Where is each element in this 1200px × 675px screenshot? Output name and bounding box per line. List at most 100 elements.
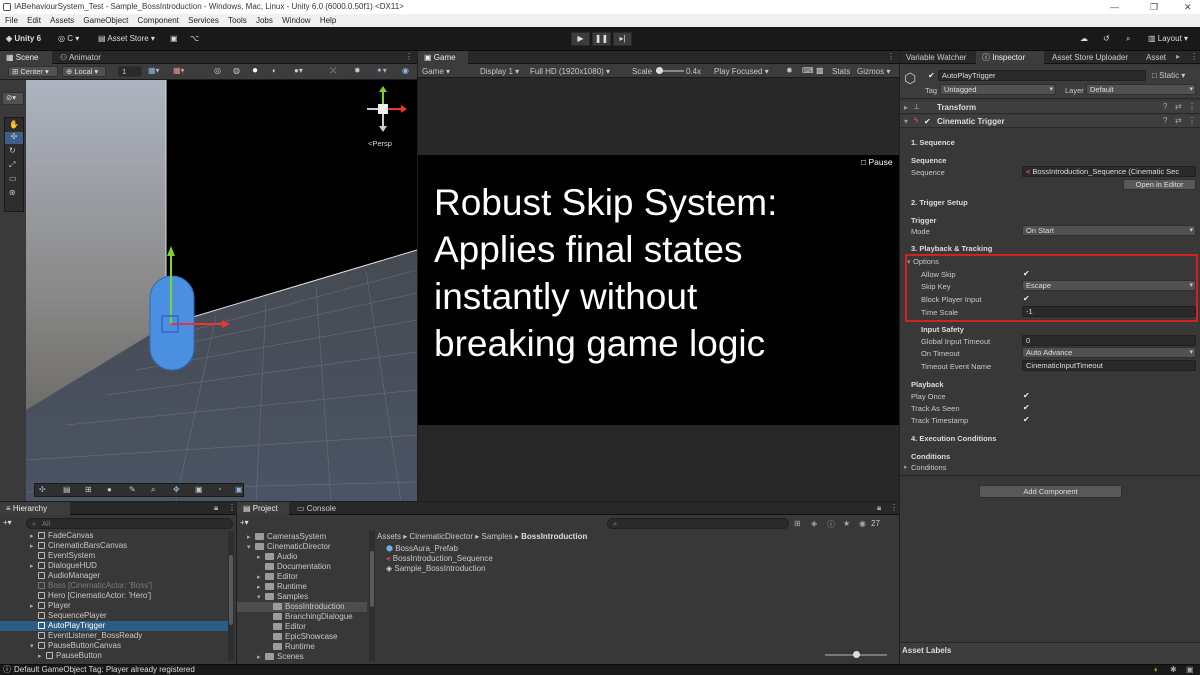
- play-focused-dropdown[interactable]: Play Focused ▾: [714, 67, 769, 76]
- hand-tool-icon[interactable]: ✋: [9, 120, 19, 129]
- bug-icon[interactable]: ✱: [1170, 665, 1177, 675]
- search-by-type-icon[interactable]: ⊞: [794, 519, 801, 528]
- move-tool-button-icon[interactable]: ✣: [5, 132, 23, 144]
- open-in-editor-button[interactable]: Open in Editor: [1123, 179, 1196, 190]
- hierarchy-item[interactable]: EventListener_BossReady: [0, 631, 230, 641]
- maximize-button[interactable]: ❐: [1150, 0, 1158, 14]
- render-mode-icon[interactable]: ●▾: [294, 66, 303, 75]
- options-expand-icon[interactable]: ▾: [907, 258, 911, 266]
- tab-scene[interactable]: ▦ Scene: [0, 51, 52, 64]
- shading-solid-icon[interactable]: ●: [252, 65, 258, 76]
- scale-tool-icon[interactable]: ⤢: [9, 160, 15, 170]
- folder-item[interactable]: ▾ Samples: [257, 592, 308, 602]
- tab-inspector[interactable]: ⓘ Inspector: [976, 51, 1044, 64]
- gizmos-dropdown[interactable]: Gizmos ▾: [857, 67, 890, 76]
- help-icon[interactable]: ?: [1163, 102, 1167, 111]
- block-input-checkbox[interactable]: ✔: [1023, 294, 1032, 303]
- global-timeout-field[interactable]: 0: [1022, 335, 1196, 346]
- hierarchy-item[interactable]: SequencePlayer: [0, 611, 230, 621]
- help-icon[interactable]: ?: [1163, 116, 1167, 125]
- hierarchy-scrollbar[interactable]: [228, 531, 234, 661]
- tab-variable-watcher[interactable]: Variable Watcher: [900, 51, 974, 64]
- menu-tools[interactable]: Tools: [228, 14, 247, 27]
- hierarchy-item[interactable]: ▸ FadeCanvas: [0, 531, 230, 541]
- object-name-field[interactable]: AutoPlayTrigger: [938, 70, 1146, 81]
- folder-item[interactable]: ▸ Runtime: [257, 582, 307, 592]
- tab-asset-store-uploader[interactable]: Asset Store Uploader: [1046, 51, 1140, 64]
- shading-textured-icon[interactable]: ◐: [272, 66, 277, 75]
- expand-arrow-icon[interactable]: ▸: [904, 103, 908, 112]
- on-timeout-dropdown[interactable]: Auto Advance: [1022, 347, 1196, 358]
- hierarchy-item[interactable]: Hero [CinematicActor: 'Hero']: [0, 591, 230, 601]
- panel-menu-icon[interactable]: ⋮: [1190, 52, 1198, 61]
- presets-icon[interactable]: ⇄: [1175, 102, 1182, 111]
- unity-version-button[interactable]: ◈ Unity 6: [6, 34, 41, 43]
- draw-mode-icon[interactable]: ◎: [214, 66, 221, 75]
- hierarchy-search-input[interactable]: ⌕ All: [26, 518, 233, 529]
- folder-item[interactable]: Documentation: [265, 562, 331, 572]
- sphere-tool-icon[interactable]: ●: [107, 485, 112, 494]
- folder-item[interactable]: Editor: [273, 622, 306, 632]
- move-tool-icon[interactable]: ✣: [39, 485, 46, 494]
- timeout-event-field[interactable]: CinematicInputTimeout: [1022, 360, 1196, 371]
- hierarchy-item[interactable]: ▸ CinematicBarsCanvas: [0, 541, 230, 551]
- grid-visibility-icon[interactable]: ▦▾: [173, 66, 185, 75]
- cinematic-trigger-header[interactable]: ▾ ϟ ✔ Cinematic Trigger ? ⇄ ⋮: [900, 115, 1200, 128]
- create-dropdown[interactable]: +▾: [3, 518, 12, 527]
- search-icon[interactable]: ⌕: [1126, 34, 1130, 44]
- transform-component-header[interactable]: ▸ ⟂ Transform ? ⇄ ⋮: [900, 101, 1200, 114]
- tab-asset[interactable]: Asset: [1140, 51, 1174, 64]
- hidden-packages-icon[interactable]: ◉: [859, 519, 866, 528]
- time-scale-field[interactable]: -1: [1022, 306, 1196, 317]
- account-button[interactable]: ◎ C ▾: [58, 34, 79, 43]
- effects-icon[interactable]: ✦▾: [376, 66, 387, 75]
- folder-item[interactable]: ▸ Editor: [257, 572, 298, 582]
- component-menu-icon[interactable]: ⋮: [1188, 102, 1196, 111]
- grid-size-field[interactable]: 1: [118, 66, 142, 77]
- menu-help[interactable]: Help: [320, 14, 336, 27]
- zoom-tool-icon[interactable]: ⌕: [151, 485, 155, 495]
- breadcrumb-item[interactable]: Samples: [482, 532, 513, 541]
- shortcuts-icon[interactable]: ⌨: [802, 66, 814, 75]
- play-button[interactable]: ▶: [571, 32, 590, 46]
- folder-item[interactable]: EpicShowcase: [273, 632, 337, 642]
- 2d-toggle-icon[interactable]: ⤫: [330, 66, 336, 76]
- folder-scrollbar[interactable]: [369, 531, 375, 661]
- add-component-button[interactable]: Add Component: [979, 485, 1122, 498]
- asset-item[interactable]: ⬢ BossAura_Prefab: [386, 544, 458, 554]
- breadcrumb-item[interactable]: CinematicDirector: [409, 532, 473, 541]
- visibility-icon[interactable]: ◉: [402, 66, 409, 75]
- pivot-dropdown[interactable]: ⊞ Center ▾: [8, 66, 58, 77]
- version-control-icon[interactable]: ⌥: [190, 34, 199, 43]
- tab-hierarchy[interactable]: ≡ Hierarchy: [0, 502, 70, 515]
- layer-dropdown[interactable]: Default: [1086, 84, 1196, 95]
- breadcrumb-item[interactable]: Assets: [377, 532, 401, 541]
- pause-button[interactable]: ❚❚: [592, 32, 611, 46]
- lighting-toggle-icon[interactable]: ✸: [354, 66, 361, 75]
- package-icon[interactable]: ▣: [170, 34, 178, 43]
- active-checkbox[interactable]: ✔: [928, 71, 937, 80]
- menu-window[interactable]: Window: [282, 14, 310, 27]
- resolution-dropdown[interactable]: Full HD (1920x1080) ▾: [530, 67, 610, 76]
- menu-jobs[interactable]: Jobs: [256, 14, 273, 27]
- create-asset-dropdown[interactable]: +▾: [240, 518, 249, 527]
- grid-tool-icon[interactable]: ▤: [63, 485, 71, 494]
- folder-item-selected[interactable]: BossIntroduction: [237, 602, 367, 612]
- track-timestamp-checkbox[interactable]: ✔: [1023, 415, 1032, 424]
- options-label[interactable]: Options: [913, 257, 939, 266]
- transform-tool-icon[interactable]: ✥: [173, 485, 180, 494]
- favorites-icon[interactable]: ★: [843, 519, 850, 528]
- camera-tool-icon[interactable]: ▣: [195, 485, 203, 494]
- panel-menu-icon[interactable]: ⋮: [887, 52, 895, 61]
- menu-services[interactable]: Services: [188, 14, 219, 27]
- folder-item[interactable]: Runtime: [273, 642, 315, 652]
- tab-game[interactable]: ▣ Game: [418, 51, 468, 64]
- orbit-tool-icon[interactable]: ◔: [217, 485, 222, 494]
- menu-edit[interactable]: Edit: [27, 14, 41, 27]
- view-options-dropdown[interactable]: ⊘▾: [2, 92, 24, 105]
- static-toggle[interactable]: □ Static ▾: [1152, 71, 1185, 80]
- grid-snap-icon[interactable]: ▦▾: [148, 66, 160, 75]
- scene-viewport[interactable]: <Persp ✣ ▤ ⊞ ● ✎ ⌕ ✥ ▣ ◔ ▣: [26, 80, 417, 501]
- combined-tool-icon[interactable]: ⊛: [9, 188, 16, 197]
- menu-gameobject[interactable]: GameObject: [83, 14, 128, 27]
